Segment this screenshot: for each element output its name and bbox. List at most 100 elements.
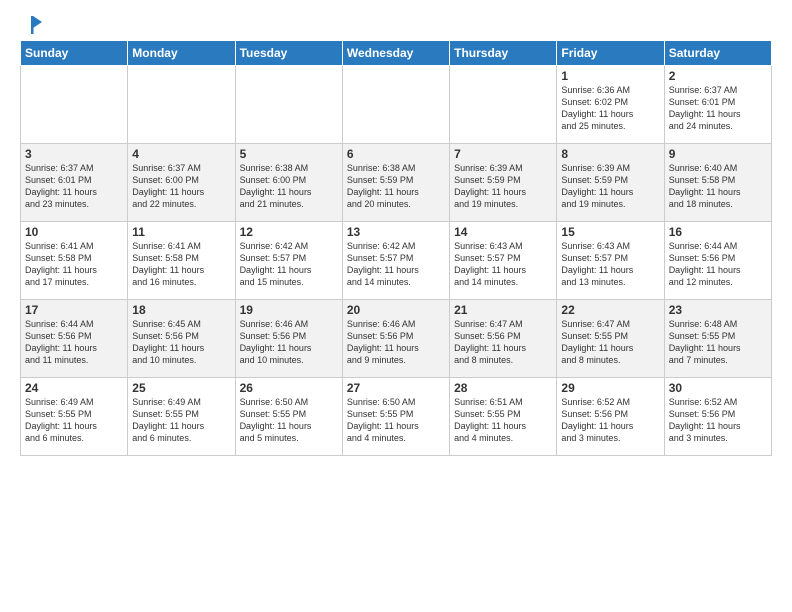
day-number: 22 [561, 303, 659, 317]
calendar-header-row: SundayMondayTuesdayWednesdayThursdayFrid… [21, 41, 772, 66]
day-number: 17 [25, 303, 123, 317]
calendar-cell: 30Sunrise: 6:52 AM Sunset: 5:56 PM Dayli… [664, 378, 771, 456]
calendar-col-tuesday: Tuesday [235, 41, 342, 66]
day-number: 8 [561, 147, 659, 161]
day-info: Sunrise: 6:47 AM Sunset: 5:56 PM Dayligh… [454, 318, 552, 367]
day-number: 4 [132, 147, 230, 161]
calendar-cell: 21Sunrise: 6:47 AM Sunset: 5:56 PM Dayli… [450, 300, 557, 378]
calendar-col-saturday: Saturday [664, 41, 771, 66]
calendar-cell: 22Sunrise: 6:47 AM Sunset: 5:55 PM Dayli… [557, 300, 664, 378]
calendar-cell: 4Sunrise: 6:37 AM Sunset: 6:00 PM Daylig… [128, 144, 235, 222]
day-info: Sunrise: 6:44 AM Sunset: 5:56 PM Dayligh… [669, 240, 767, 289]
day-number: 25 [132, 381, 230, 395]
calendar-cell [128, 66, 235, 144]
calendar-cell: 10Sunrise: 6:41 AM Sunset: 5:58 PM Dayli… [21, 222, 128, 300]
day-number: 3 [25, 147, 123, 161]
day-info: Sunrise: 6:43 AM Sunset: 5:57 PM Dayligh… [561, 240, 659, 289]
day-number: 12 [240, 225, 338, 239]
day-info: Sunrise: 6:43 AM Sunset: 5:57 PM Dayligh… [454, 240, 552, 289]
calendar-cell [21, 66, 128, 144]
calendar-cell: 27Sunrise: 6:50 AM Sunset: 5:55 PM Dayli… [342, 378, 449, 456]
day-number: 19 [240, 303, 338, 317]
day-number: 9 [669, 147, 767, 161]
day-number: 18 [132, 303, 230, 317]
calendar-cell: 14Sunrise: 6:43 AM Sunset: 5:57 PM Dayli… [450, 222, 557, 300]
header [20, 16, 772, 32]
day-info: Sunrise: 6:36 AM Sunset: 6:02 PM Dayligh… [561, 84, 659, 133]
day-number: 2 [669, 69, 767, 83]
calendar-cell: 6Sunrise: 6:38 AM Sunset: 5:59 PM Daylig… [342, 144, 449, 222]
calendar-cell [342, 66, 449, 144]
calendar-cell: 8Sunrise: 6:39 AM Sunset: 5:59 PM Daylig… [557, 144, 664, 222]
day-number: 1 [561, 69, 659, 83]
day-info: Sunrise: 6:45 AM Sunset: 5:56 PM Dayligh… [132, 318, 230, 367]
calendar-cell: 28Sunrise: 6:51 AM Sunset: 5:55 PM Dayli… [450, 378, 557, 456]
calendar-cell: 3Sunrise: 6:37 AM Sunset: 6:01 PM Daylig… [21, 144, 128, 222]
day-number: 26 [240, 381, 338, 395]
calendar-cell: 29Sunrise: 6:52 AM Sunset: 5:56 PM Dayli… [557, 378, 664, 456]
day-info: Sunrise: 6:40 AM Sunset: 5:58 PM Dayligh… [669, 162, 767, 211]
calendar-cell: 18Sunrise: 6:45 AM Sunset: 5:56 PM Dayli… [128, 300, 235, 378]
calendar-col-thursday: Thursday [450, 41, 557, 66]
day-info: Sunrise: 6:50 AM Sunset: 5:55 PM Dayligh… [347, 396, 445, 445]
calendar-cell: 11Sunrise: 6:41 AM Sunset: 5:58 PM Dayli… [128, 222, 235, 300]
calendar-week-1: 1Sunrise: 6:36 AM Sunset: 6:02 PM Daylig… [21, 66, 772, 144]
calendar-cell: 19Sunrise: 6:46 AM Sunset: 5:56 PM Dayli… [235, 300, 342, 378]
day-info: Sunrise: 6:46 AM Sunset: 5:56 PM Dayligh… [347, 318, 445, 367]
calendar-col-friday: Friday [557, 41, 664, 66]
day-info: Sunrise: 6:42 AM Sunset: 5:57 PM Dayligh… [347, 240, 445, 289]
calendar-cell: 26Sunrise: 6:50 AM Sunset: 5:55 PM Dayli… [235, 378, 342, 456]
day-info: Sunrise: 6:52 AM Sunset: 5:56 PM Dayligh… [561, 396, 659, 445]
calendar-cell: 13Sunrise: 6:42 AM Sunset: 5:57 PM Dayli… [342, 222, 449, 300]
day-number: 13 [347, 225, 445, 239]
calendar-col-sunday: Sunday [21, 41, 128, 66]
calendar-cell: 2Sunrise: 6:37 AM Sunset: 6:01 PM Daylig… [664, 66, 771, 144]
page: SundayMondayTuesdayWednesdayThursdayFrid… [0, 0, 792, 466]
day-number: 28 [454, 381, 552, 395]
calendar-col-monday: Monday [128, 41, 235, 66]
calendar-week-5: 24Sunrise: 6:49 AM Sunset: 5:55 PM Dayli… [21, 378, 772, 456]
day-number: 14 [454, 225, 552, 239]
day-number: 24 [25, 381, 123, 395]
day-number: 27 [347, 381, 445, 395]
day-info: Sunrise: 6:44 AM Sunset: 5:56 PM Dayligh… [25, 318, 123, 367]
day-info: Sunrise: 6:38 AM Sunset: 6:00 PM Dayligh… [240, 162, 338, 211]
day-info: Sunrise: 6:51 AM Sunset: 5:55 PM Dayligh… [454, 396, 552, 445]
day-info: Sunrise: 6:49 AM Sunset: 5:55 PM Dayligh… [25, 396, 123, 445]
day-number: 7 [454, 147, 552, 161]
calendar-cell: 5Sunrise: 6:38 AM Sunset: 6:00 PM Daylig… [235, 144, 342, 222]
day-info: Sunrise: 6:39 AM Sunset: 5:59 PM Dayligh… [561, 162, 659, 211]
calendar-cell: 7Sunrise: 6:39 AM Sunset: 5:59 PM Daylig… [450, 144, 557, 222]
calendar-week-4: 17Sunrise: 6:44 AM Sunset: 5:56 PM Dayli… [21, 300, 772, 378]
day-info: Sunrise: 6:37 AM Sunset: 6:01 PM Dayligh… [25, 162, 123, 211]
day-info: Sunrise: 6:37 AM Sunset: 6:00 PM Dayligh… [132, 162, 230, 211]
day-info: Sunrise: 6:42 AM Sunset: 5:57 PM Dayligh… [240, 240, 338, 289]
day-info: Sunrise: 6:49 AM Sunset: 5:55 PM Dayligh… [132, 396, 230, 445]
day-info: Sunrise: 6:41 AM Sunset: 5:58 PM Dayligh… [25, 240, 123, 289]
calendar-col-wednesday: Wednesday [342, 41, 449, 66]
calendar-cell: 12Sunrise: 6:42 AM Sunset: 5:57 PM Dayli… [235, 222, 342, 300]
logo [20, 16, 44, 32]
day-number: 6 [347, 147, 445, 161]
calendar-cell: 16Sunrise: 6:44 AM Sunset: 5:56 PM Dayli… [664, 222, 771, 300]
calendar-cell: 23Sunrise: 6:48 AM Sunset: 5:55 PM Dayli… [664, 300, 771, 378]
logo-flag-icon [22, 14, 44, 36]
day-number: 30 [669, 381, 767, 395]
calendar-cell: 24Sunrise: 6:49 AM Sunset: 5:55 PM Dayli… [21, 378, 128, 456]
day-number: 29 [561, 381, 659, 395]
day-number: 20 [347, 303, 445, 317]
day-info: Sunrise: 6:37 AM Sunset: 6:01 PM Dayligh… [669, 84, 767, 133]
calendar-cell: 15Sunrise: 6:43 AM Sunset: 5:57 PM Dayli… [557, 222, 664, 300]
day-info: Sunrise: 6:52 AM Sunset: 5:56 PM Dayligh… [669, 396, 767, 445]
calendar-cell: 17Sunrise: 6:44 AM Sunset: 5:56 PM Dayli… [21, 300, 128, 378]
day-info: Sunrise: 6:41 AM Sunset: 5:58 PM Dayligh… [132, 240, 230, 289]
calendar-cell [450, 66, 557, 144]
day-number: 5 [240, 147, 338, 161]
day-number: 15 [561, 225, 659, 239]
day-number: 21 [454, 303, 552, 317]
day-info: Sunrise: 6:50 AM Sunset: 5:55 PM Dayligh… [240, 396, 338, 445]
calendar-week-3: 10Sunrise: 6:41 AM Sunset: 5:58 PM Dayli… [21, 222, 772, 300]
calendar-cell: 1Sunrise: 6:36 AM Sunset: 6:02 PM Daylig… [557, 66, 664, 144]
calendar-cell: 20Sunrise: 6:46 AM Sunset: 5:56 PM Dayli… [342, 300, 449, 378]
calendar-week-2: 3Sunrise: 6:37 AM Sunset: 6:01 PM Daylig… [21, 144, 772, 222]
